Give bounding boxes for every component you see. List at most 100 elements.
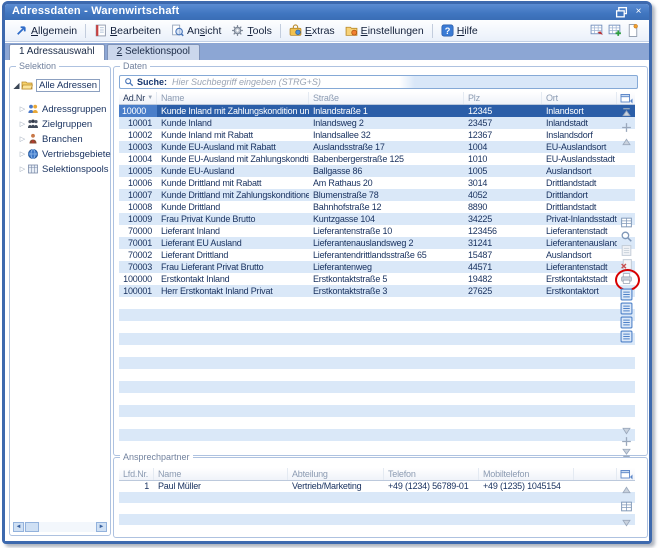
expand-arrow-icon[interactable]: ▷ xyxy=(18,165,27,173)
sort-arrow-icon: ▼ xyxy=(147,92,153,104)
column-header-lfd-nr[interactable]: Lfd.Nr. xyxy=(119,468,154,480)
column-header-mobiltelefon[interactable]: Mobiltelefon xyxy=(479,468,574,480)
close-button[interactable]: × xyxy=(632,6,645,18)
menu-item-allgemein[interactable]: Allgemein xyxy=(10,22,82,39)
move-icon[interactable] xyxy=(620,121,633,134)
search-icon xyxy=(124,77,134,87)
tree-item-adressgruppen[interactable]: ▷Adressgruppen xyxy=(18,102,106,116)
column-header-plz[interactable]: Plz xyxy=(464,92,542,104)
scrollbar-thumb[interactable] xyxy=(25,522,39,532)
expand-arrow-icon[interactable]: ▷ xyxy=(18,135,27,143)
cell xyxy=(464,321,542,333)
grid-icon[interactable] xyxy=(620,500,633,513)
scroll-first-icon[interactable] xyxy=(620,106,633,119)
table-row[interactable]: 10005Kunde EU-AuslandBallgasse 861005Aus… xyxy=(119,165,635,177)
cell xyxy=(542,429,617,441)
column-header-ort[interactable]: Ort xyxy=(542,92,617,104)
cell xyxy=(119,405,157,417)
column-header-label: Ad.Nr xyxy=(123,92,145,104)
scroll-down-icon[interactable] xyxy=(620,516,633,529)
table-row[interactable]: 10008Kunde DrittlandBahnhofstraße 128890… xyxy=(119,201,635,213)
table-row[interactable]: 10007Kunde Drittland mit Zahlungskonditi… xyxy=(119,189,635,201)
search-input[interactable] xyxy=(172,77,422,87)
cell: Frau Privat Kunde Brutto xyxy=(157,213,309,225)
search-icon[interactable] xyxy=(620,230,633,243)
tab-label: 1 Adressauswahl xyxy=(19,46,95,57)
table-row[interactable]: 70001Lieferant EU AuslandLieferantenausl… xyxy=(119,237,635,249)
cell: Drittlandstadt xyxy=(542,177,617,189)
column-header-ad-nr[interactable]: Ad.Nr▼ xyxy=(119,92,157,104)
cell xyxy=(288,514,384,525)
cell xyxy=(157,369,309,381)
table-row[interactable]: 70002Lieferant DrittlandLieferantendritt… xyxy=(119,249,635,261)
column-chooser-icon[interactable] xyxy=(620,92,633,105)
table-row[interactable]: 100001Herr Erstkontakt Inland PrivatErst… xyxy=(119,285,635,297)
toolbox-icon xyxy=(289,24,302,37)
layout-list-icon[interactable] xyxy=(620,330,633,343)
tree-item-vertriebsgebiete[interactable]: ▷Vertriebsgebiete xyxy=(18,147,111,161)
layout-list-icon[interactable] xyxy=(620,316,633,329)
table-row[interactable]: 70003Frau Lieferant Privat BruttoLiefera… xyxy=(119,261,635,273)
column-header-stra-e[interactable]: Straße xyxy=(309,92,464,104)
table-body: 10000Kunde Inland mit Zahlungskondition … xyxy=(119,105,635,453)
table-row[interactable]: 10001Kunde InlandInlandsweg 223457Inland… xyxy=(119,117,635,129)
layout-list-icon[interactable] xyxy=(620,288,633,301)
branch-icon xyxy=(27,133,39,145)
cell xyxy=(309,369,464,381)
table-row[interactable]: 10000Kunde Inland mit Zahlungskondition … xyxy=(119,105,635,117)
cell xyxy=(119,429,157,441)
table-remove-icon[interactable] xyxy=(590,23,604,37)
restore-button[interactable] xyxy=(615,6,628,18)
scroll-up-icon[interactable] xyxy=(620,484,633,497)
table-row[interactable]: 10006Kunde Drittland mit RabattAm Rathau… xyxy=(119,177,635,189)
menu-item-hilfe[interactable]: ?Hilfe xyxy=(436,22,483,39)
tree-item-zielgruppen[interactable]: ▷Zielgruppen xyxy=(18,117,92,131)
column-header-telefon[interactable]: Telefon xyxy=(384,468,479,480)
scroll-right-button[interactable]: ► xyxy=(96,522,107,532)
table-row[interactable]: 10009Frau Privat Kunde BruttoKuntzgasse … xyxy=(119,213,635,225)
scroll-up-icon[interactable] xyxy=(620,136,633,149)
cell: 1005 xyxy=(464,165,542,177)
menu-item-tools[interactable]: Tools xyxy=(226,22,277,39)
tree-item-alle-adressen[interactable]: ◢Alle Adressen xyxy=(12,78,100,92)
column-header-name[interactable]: Name xyxy=(157,92,309,104)
expand-arrow-icon[interactable]: ▷ xyxy=(18,120,27,128)
table-row[interactable]: 1Paul MüllerVertrieb/Marketing+49 (1234)… xyxy=(119,481,635,492)
cell: 10008 xyxy=(119,201,157,213)
column-header-abteilung[interactable]: Abteilung xyxy=(288,468,384,480)
new-page-icon[interactable] xyxy=(626,23,640,37)
tab-2-selektionspool[interactable]: 2 Selektionspool xyxy=(107,44,200,60)
column-header-empty[interactable] xyxy=(574,468,617,480)
table-row[interactable]: 100000Erstkontakt InlandErstkontaktstraß… xyxy=(119,273,635,285)
search-bar[interactable]: Suche: xyxy=(119,75,638,89)
ansprechpartner-group-label: Ansprechpartner xyxy=(120,452,193,462)
export-icon[interactable] xyxy=(620,244,633,257)
menu-item-bearbeiten[interactable]: Bearbeiten xyxy=(89,22,166,39)
layout-list-icon[interactable] xyxy=(620,302,633,315)
cell: Lieferantenstraße 10 xyxy=(309,225,464,237)
column-header-name[interactable]: Name xyxy=(154,468,288,480)
tab-1-adressauswahl[interactable]: 1 Adressauswahl xyxy=(9,44,105,60)
cell xyxy=(119,393,157,405)
grid-icon[interactable] xyxy=(620,216,633,229)
tree-item-branchen[interactable]: ▷Branchen xyxy=(18,132,83,146)
table-row[interactable]: 70000Lieferant InlandLieferantenstraße 1… xyxy=(119,225,635,237)
collapse-arrow-icon[interactable]: ◢ xyxy=(12,81,21,90)
menu-item-ansicht[interactable]: Ansicht xyxy=(166,22,226,39)
menu-item-einstellungen[interactable]: Einstellungen xyxy=(340,22,429,39)
table-row[interactable]: 10003Kunde EU-Ausland mit RabattAuslands… xyxy=(119,141,635,153)
cell: Ballgasse 86 xyxy=(309,165,464,177)
table-add-icon[interactable] xyxy=(608,23,622,37)
scrollbar-track[interactable] xyxy=(39,522,96,532)
window-title: Adressdaten - Warenwirtschaft xyxy=(12,5,179,17)
menu-item-extras[interactable]: Extras xyxy=(284,22,340,39)
column-chooser-icon[interactable] xyxy=(620,468,633,481)
cell: 100000 xyxy=(119,273,157,285)
table-row[interactable]: 10002Kunde Inland mit RabattInlandsallee… xyxy=(119,129,635,141)
tree-item-selektionspools[interactable]: ▷Selektionspools xyxy=(18,162,109,176)
expand-arrow-icon[interactable]: ▷ xyxy=(18,105,27,113)
table-row[interactable]: 10004Kunde EU-Ausland mit Zahlungskondti… xyxy=(119,153,635,165)
scroll-left-button[interactable]: ◄ xyxy=(13,522,24,532)
expand-arrow-icon[interactable]: ▷ xyxy=(18,150,27,158)
cell: Blumenstraße 78 xyxy=(309,189,464,201)
